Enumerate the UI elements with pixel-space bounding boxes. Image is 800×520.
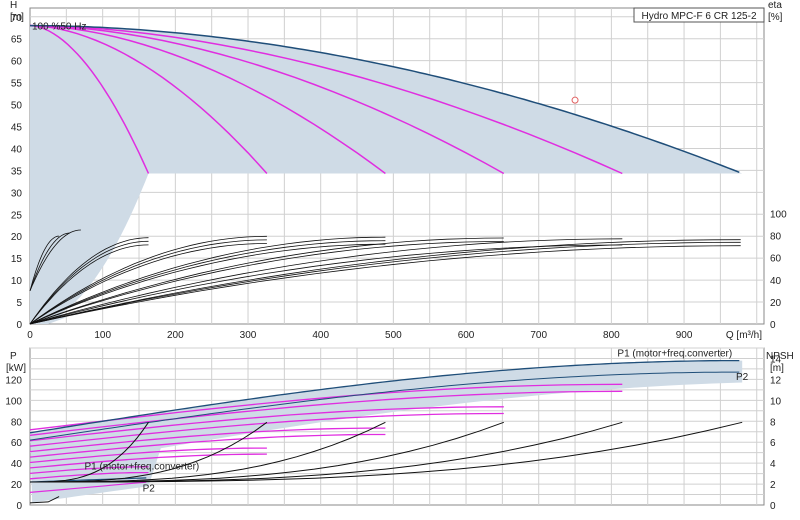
y-axis-unit: [m] — [10, 12, 24, 23]
p-tick-label: 20 — [11, 480, 23, 491]
npsh-axis-label: NPSH — [766, 351, 794, 362]
y2-tick-label: 80 — [770, 232, 782, 243]
y2-axis-label: eta — [768, 0, 782, 11]
p-tick-label: 100 — [5, 396, 22, 407]
y-tick-label: 30 — [11, 188, 23, 199]
p-tick-label: 40 — [11, 459, 23, 470]
speed-annotation: 100 %50 Hz — [32, 22, 86, 33]
y-tick-label: 40 — [11, 144, 23, 155]
y2-axis-unit: [%] — [768, 12, 783, 23]
operating-point — [571, 96, 579, 104]
p1-min-label: P1 (motor+freq.converter) — [85, 461, 200, 472]
x-tick-label: 200 — [167, 330, 184, 341]
npsh-axis-unit: [m] — [770, 363, 784, 374]
x-tick-label: 100 — [94, 330, 111, 341]
x-tick-label: 800 — [603, 330, 620, 341]
pump-performance-chart: 100 %50 Hz 0 5 10 15 20 25 30 35 40 45 50 55 60 65 70 0 1… — [0, 0, 800, 520]
y-tick-label: 65 — [11, 35, 23, 46]
npsh-tick-label: 2 — [770, 480, 776, 491]
npsh-tick-label: 10 — [770, 396, 782, 407]
x-tick-label: 0 — [27, 330, 33, 341]
y-tick-label: 15 — [11, 254, 23, 265]
x-tick-label: 400 — [312, 330, 329, 341]
chart-canvas: 100 %50 Hz05101520253035404550556065700 1… — [5, 0, 794, 512]
y-tick-label: 55 — [11, 79, 23, 90]
npsh-tick-label: 6 — [770, 438, 776, 449]
y-tick-label: 60 — [11, 57, 23, 68]
p2-min-label: P2 — [143, 483, 156, 494]
npsh-tick-label: 0 — [770, 501, 776, 512]
x-tick-label: 900 — [676, 330, 693, 341]
p-tick-label: 120 — [5, 375, 22, 386]
y2-tick-label: 0 — [770, 320, 776, 331]
y-tick-label: 5 — [16, 298, 22, 309]
npsh-tick-label: 4 — [770, 459, 776, 470]
p-axis-label: P — [10, 351, 17, 362]
y-tick-label: 25 — [11, 210, 23, 221]
x-tick-label: 500 — [385, 330, 402, 341]
x-tick-label: 300 — [240, 330, 257, 341]
p-tick-label: 80 — [11, 417, 23, 428]
y-tick-label: 20 — [11, 232, 23, 243]
x-tick-label: 700 — [530, 330, 547, 341]
p1-label: P1 (motor+freq.converter) — [617, 349, 732, 360]
chart-title: Hydro MPC-F 6 CR 125-2 — [641, 11, 756, 22]
p-axis-unit: [kW] — [6, 363, 26, 374]
p-tick-label: 60 — [11, 438, 23, 449]
p2-label: P2 — [736, 372, 749, 383]
p-tick-label: 0 — [16, 501, 22, 512]
x-tick-label: 600 — [458, 330, 475, 341]
y2-tick-label: 100 — [770, 209, 787, 220]
y-tick-label: 35 — [11, 166, 23, 177]
x-axis-label: Q [m³/h] — [726, 330, 762, 341]
y2-tick-label: 40 — [770, 276, 782, 287]
y-axis-label: H — [10, 0, 17, 11]
y-tick-label: 50 — [11, 101, 23, 112]
npsh-tick-label: 8 — [770, 417, 776, 428]
y-tick-label: 45 — [11, 123, 23, 134]
y2-tick-label: 60 — [770, 254, 782, 265]
y-tick-label: 0 — [16, 320, 22, 331]
npsh-tick-label: 12 — [770, 375, 782, 386]
y2-tick-label: 20 — [770, 298, 782, 309]
y-tick-label: 10 — [11, 276, 23, 287]
